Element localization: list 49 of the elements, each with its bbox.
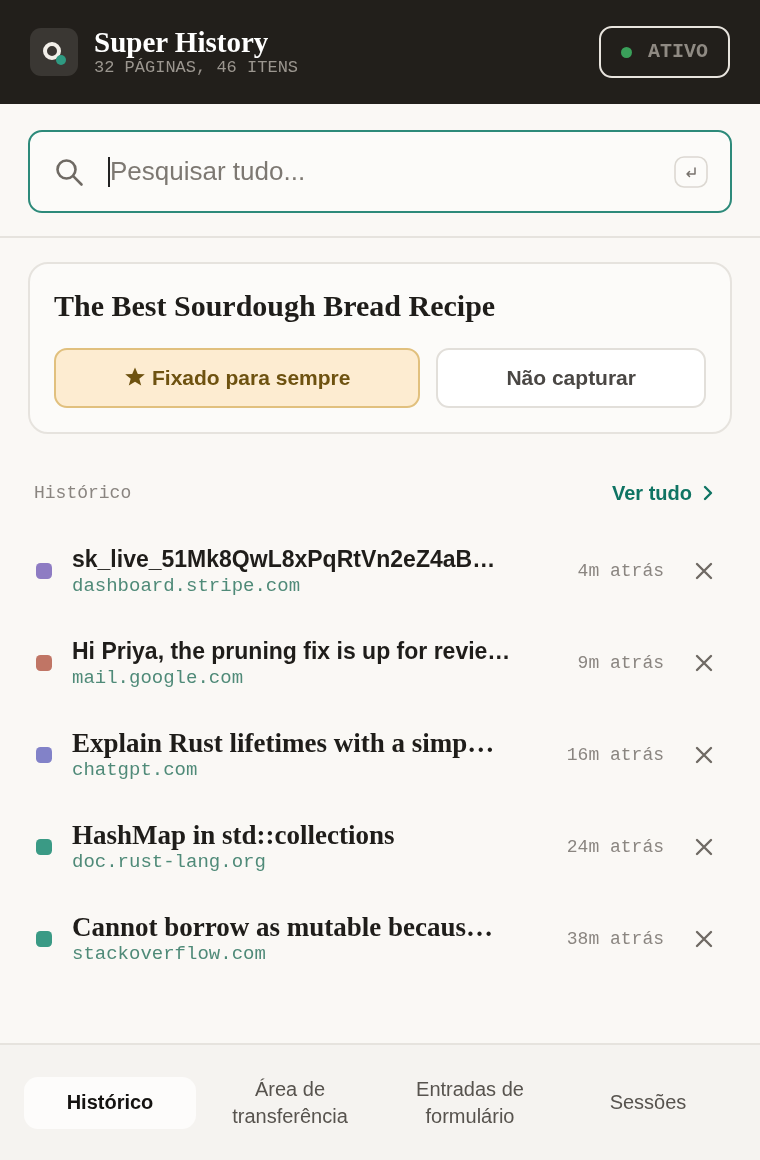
item-title: Hi Priya, the pruning fix is up for revie… [72,637,512,666]
history-item[interactable]: Hi Priya, the pruning fix is up for revie… mail.google.com 9m atrás [0,620,760,712]
page-title: The Best Sourdough Bread Recipe [54,288,497,324]
item-time: 9m atrás [577,651,664,675]
remove-button[interactable] [694,653,714,673]
nav-tab[interactable]: Entradas de formulário [384,1075,556,1130]
history-item[interactable]: sk_live_51Mk8QwL8xPqRtVn2eZ4aB… dashboard.stripe.com 4m atrás [0,528,760,620]
history-item[interactable]: Cannot borrow as mutable becaus… stackoverflow.com 38m atrás [0,896,760,988]
app-title: Super History [94,26,270,58]
close-icon [694,745,714,765]
status-button[interactable]: ATIVO [599,26,730,78]
nav-tab[interactable]: Sessões [556,1076,740,1129]
item-time: 16m atrás [566,743,664,767]
item-domain: chatgpt.com [72,758,199,782]
item-domain: doc.rust-lang.org [72,850,267,874]
history-item[interactable]: HashMap in std::collections doc.rust-lang.org 24m atrás [0,804,760,896]
item-title: Explain Rust lifetimes with a simp… [72,728,496,758]
remove-button[interactable] [694,837,714,857]
enter-key-icon [674,155,708,188]
search-input[interactable]: Pesquisar tudo... [110,153,674,190]
remove-button[interactable] [694,745,714,765]
item-time: 4m atrás [577,559,664,583]
section-heading: Histórico [34,481,132,505]
nav-tab[interactable]: Área de transferência [196,1075,384,1130]
item-domain: dashboard.stripe.com [72,574,302,598]
see-all-link[interactable]: Ver tudo [612,478,714,508]
search-field[interactable]: Pesquisar tudo... [28,130,732,213]
item-time: 24m atrás [566,835,664,859]
close-icon [694,837,714,857]
search-icon [54,156,84,187]
history-item[interactable]: Explain Rust lifetimes with a simp… chatgpt.com 16m atrás [0,712,760,804]
pin-button[interactable]: Fixado para sempre [54,348,421,408]
text-cursor [108,156,110,187]
close-icon [694,561,714,581]
page-count-text: 32 PÁGINAS, 46 ITENS [94,58,299,78]
nav-tab[interactable]: Histórico [24,1076,196,1129]
chevron-right-icon [702,485,714,501]
item-title: HashMap in std::collections [72,820,396,850]
item-time: 38m atrás [566,927,664,951]
remove-button[interactable] [694,929,714,949]
close-icon [694,653,714,673]
item-title: sk_live_51Mk8QwL8xPqRtVn2eZ4aB… [72,545,497,574]
close-icon [694,929,714,949]
app-logo-icon [30,28,78,76]
exclude-button[interactable]: Não capturar [436,348,706,408]
item-domain: mail.google.com [72,666,245,690]
item-domain: stackoverflow.com [72,942,267,966]
remove-button[interactable] [694,561,714,581]
item-title: Cannot borrow as mutable becaus… [72,912,495,942]
